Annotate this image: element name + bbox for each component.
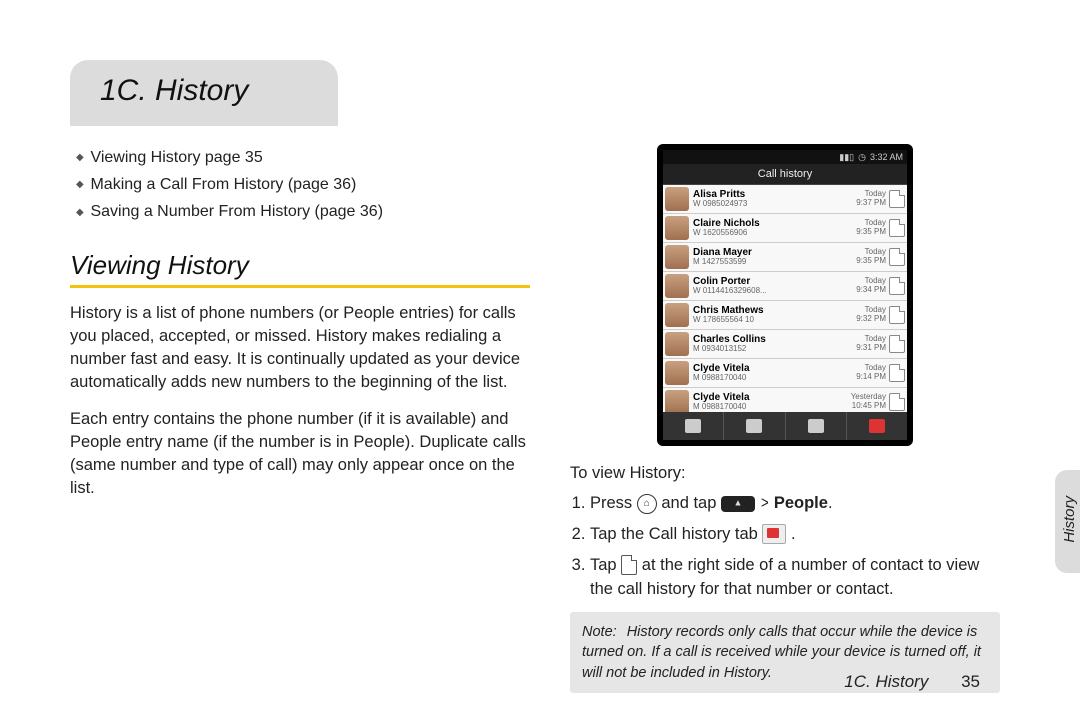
tab-contacts — [663, 412, 724, 440]
clock-icon: ◷ — [858, 152, 866, 163]
detail-doc-icon — [889, 335, 905, 353]
left-column: Viewing History page 35 Making a Call Fr… — [70, 144, 530, 693]
footer-page-number: 35 — [961, 672, 980, 691]
contact-avatar — [665, 303, 689, 327]
call-history-row: Diana MayerM 1427553599Today9:35 PM — [663, 243, 907, 272]
contact-avatar — [665, 361, 689, 385]
paragraph: History is a list of phone numbers (or P… — [70, 302, 530, 394]
contact-info: Clyde VitelaM 0988170040 — [693, 363, 856, 383]
phone-bottom-tabs — [663, 412, 907, 440]
contact-info: Charles CollinsM 0934013152 — [693, 334, 856, 354]
toc-item: Saving a Number From History (page 36) — [76, 198, 530, 225]
contact-avatar — [665, 332, 689, 356]
steps-list: Press ⌂ and tap > People. Tap the Call h… — [570, 491, 1000, 602]
call-history-row: Chris MathewsW 178655564 10Today9:32 PM — [663, 301, 907, 330]
contact-info: Clyde VitelaM 0988170040 — [693, 392, 851, 412]
step-text: . — [828, 494, 833, 512]
call-history-row: Claire NicholsW 1620556906Today9:35 PM — [663, 214, 907, 243]
arrow-icon: > — [761, 491, 769, 516]
home-icon: ⌂ — [637, 494, 657, 514]
phone-status-bar: ▮▮▯ ◷ 3:32 AM — [663, 150, 907, 164]
status-time: 3:32 AM — [870, 152, 903, 162]
step-1: Press ⌂ and tap > People. — [590, 491, 1000, 516]
contact-info: Diana MayerM 1427553599 — [693, 247, 856, 267]
page-footer: 1C. History 35 — [844, 672, 980, 692]
call-history-row: Charles CollinsM 0934013152Today9:31 PM — [663, 330, 907, 359]
step-text: Tap the Call history tab — [590, 525, 762, 543]
phone-screenshot: ▮▮▯ ◷ 3:32 AM Call history Alisa PrittsW… — [657, 144, 913, 446]
call-time: Today9:34 PM — [856, 277, 886, 295]
step-text: . — [791, 525, 796, 543]
call-time: Today9:37 PM — [856, 190, 886, 208]
contact-number: W 178655564 10 — [693, 316, 856, 325]
two-column-layout: Viewing History page 35 Making a Call Fr… — [70, 144, 1010, 693]
detail-doc-icon — [889, 277, 905, 295]
call-history-row: Clyde VitelaM 0988170040Today9:14 PM — [663, 359, 907, 388]
steps-heading: To view History: — [570, 464, 1000, 483]
signal-icon: ▮▮▯ — [839, 152, 854, 163]
call-history-row: Colin PorterW 0114416329608...Today9:34 … — [663, 272, 907, 301]
step-text: and tap — [661, 494, 721, 512]
detail-doc-icon — [889, 190, 905, 208]
right-column: ▮▮▯ ◷ 3:32 AM Call history Alisa PrittsW… — [570, 144, 1000, 693]
call-time: Today9:32 PM — [856, 306, 886, 324]
manual-page: 1C. History Viewing History page 35 Maki… — [0, 0, 1080, 720]
phone-screen-title: Call history — [663, 164, 907, 185]
contact-number: W 1620556906 — [693, 229, 856, 238]
step-2: Tap the Call history tab . — [590, 522, 1000, 547]
step-text: at the right side of a number of contact… — [590, 556, 979, 599]
contact-avatar — [665, 187, 689, 211]
contact-info: Claire NicholsW 1620556906 — [693, 218, 856, 238]
call-time: Today9:35 PM — [856, 248, 886, 266]
detail-doc-icon — [889, 306, 905, 324]
side-tab-label: History — [1061, 496, 1078, 543]
contact-avatar — [665, 390, 689, 412]
contact-info: Colin PorterW 0114416329608... — [693, 276, 856, 296]
toc-item: Making a Call From History (page 36) — [76, 171, 530, 198]
contact-number: M 0988170040 — [693, 374, 856, 383]
call-history-row: Alisa PrittsW 0985024973Today9:37 PM — [663, 185, 907, 214]
page-side-tab: History — [1055, 470, 1080, 573]
tab-updates — [786, 412, 847, 440]
table-of-contents: Viewing History page 35 Making a Call Fr… — [76, 144, 530, 226]
chapter-title-tab: 1C. History — [70, 60, 338, 126]
detail-doc-icon — [889, 248, 905, 266]
call-history-row: Clyde VitelaM 0988170040Yesterday10:45 P… — [663, 388, 907, 412]
contact-number: M 0934013152 — [693, 345, 856, 354]
call-history-list: Alisa PrittsW 0985024973Today9:37 PMClai… — [663, 185, 907, 412]
contact-avatar — [665, 274, 689, 298]
footer-chapter: 1C. History — [844, 672, 928, 691]
chapter-title: 1C. History — [100, 74, 248, 107]
contact-number: W 0114416329608... — [693, 287, 856, 296]
call-history-tab-icon — [762, 524, 786, 544]
detail-doc-icon — [889, 219, 905, 237]
step-text: Press — [590, 494, 637, 512]
step-text: Tap — [590, 556, 621, 574]
note-label: Note: — [582, 624, 617, 640]
section-underline — [70, 285, 530, 288]
tab-groups — [724, 412, 785, 440]
detail-doc-icon — [621, 555, 637, 575]
contact-number: W 0985024973 — [693, 200, 856, 209]
paragraph: Each entry contains the phone number (if… — [70, 408, 530, 500]
step-3: Tap at the right side of a number of con… — [590, 553, 1000, 603]
contact-info: Alisa PrittsW 0985024973 — [693, 189, 856, 209]
apps-pill-icon — [721, 496, 755, 512]
contact-number: M 0988170040 — [693, 403, 851, 412]
detail-doc-icon — [889, 364, 905, 382]
people-label: People — [774, 494, 828, 512]
section-heading: Viewing History — [70, 250, 530, 281]
call-time: Today9:14 PM — [856, 364, 886, 382]
contact-avatar — [665, 216, 689, 240]
contact-avatar — [665, 245, 689, 269]
toc-item: Viewing History page 35 — [76, 144, 530, 171]
detail-doc-icon — [889, 393, 905, 411]
call-time: Today9:31 PM — [856, 335, 886, 353]
call-time: Yesterday10:45 PM — [851, 393, 886, 411]
call-time: Today9:35 PM — [856, 219, 886, 237]
tab-call-history — [847, 412, 907, 440]
contact-number: M 1427553599 — [693, 258, 856, 267]
contact-info: Chris MathewsW 178655564 10 — [693, 305, 856, 325]
